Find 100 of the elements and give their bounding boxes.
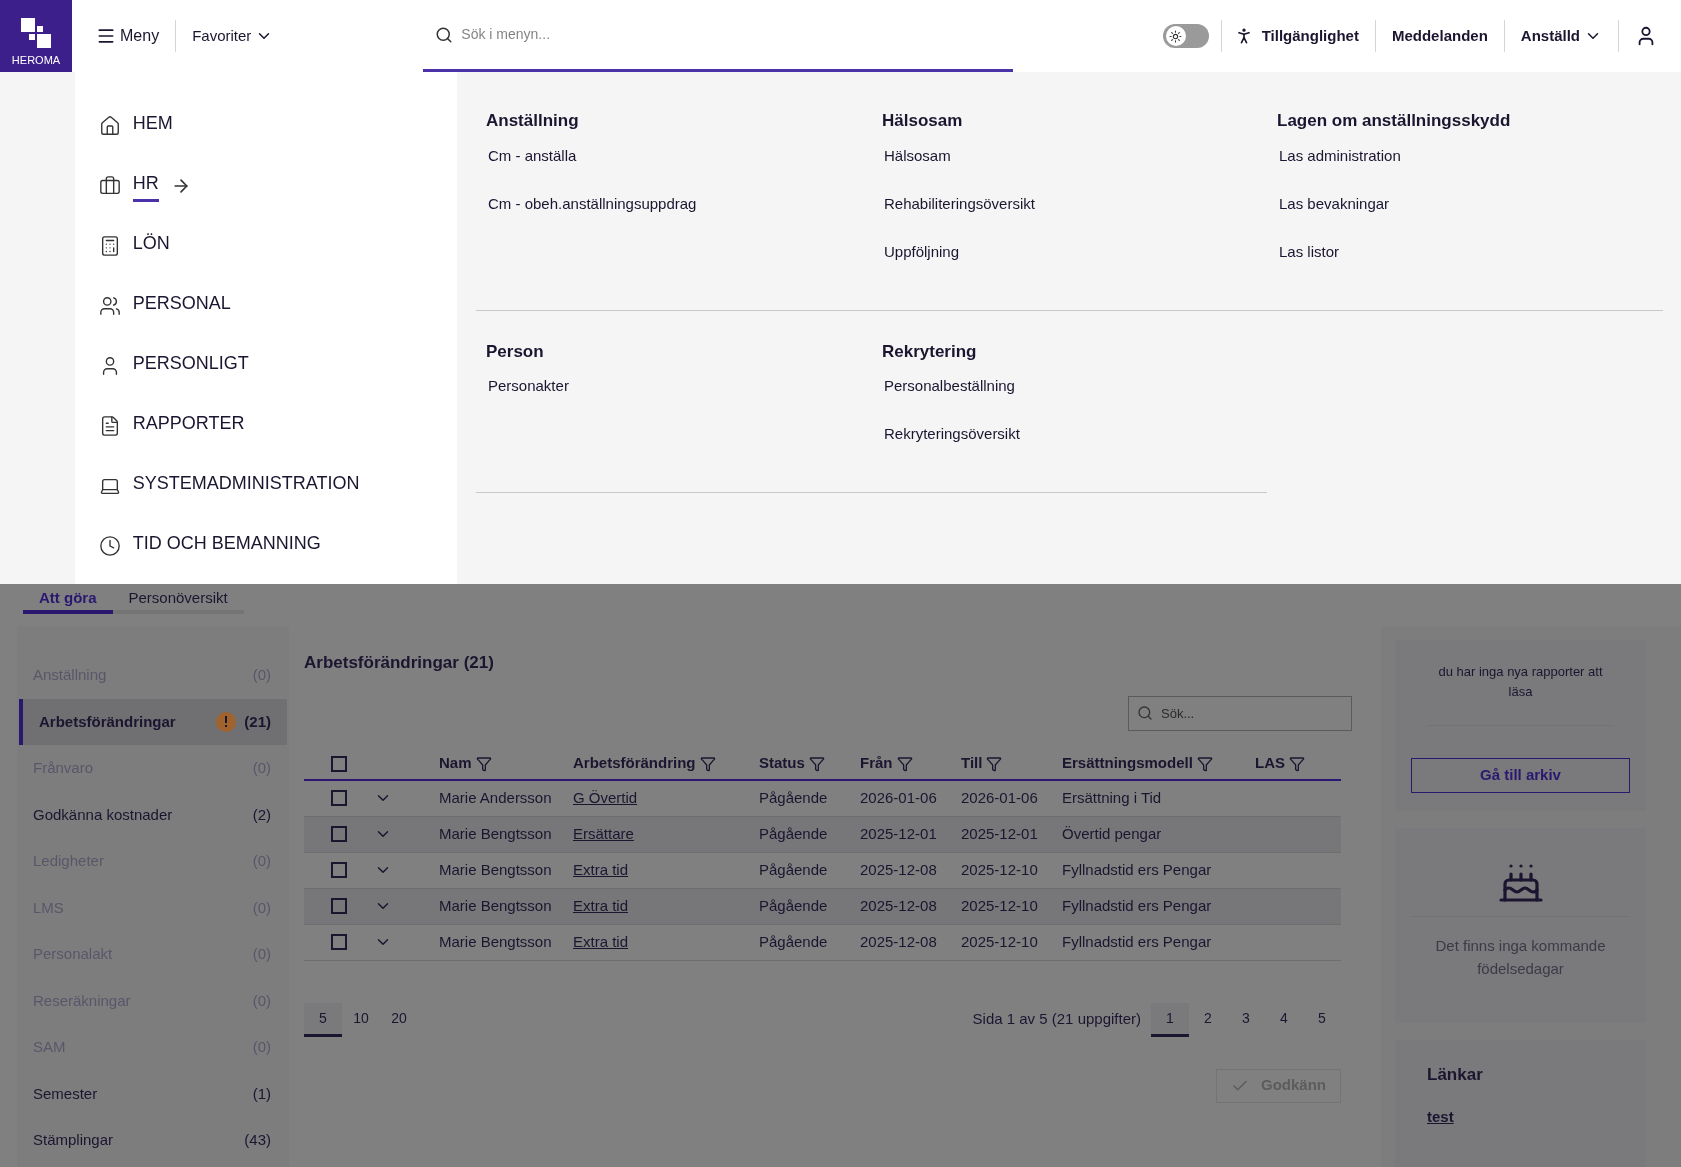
row-checkbox[interactable] xyxy=(331,862,347,878)
sidebar-item[interactable]: Arbetsförändringar (21) xyxy=(19,698,287,745)
table-cell: Fyllnadstid ers Pengar xyxy=(1062,932,1212,950)
messages-button[interactable]: Meddelanden xyxy=(1391,24,1488,48)
page-size-option[interactable]: 5 xyxy=(304,1002,342,1037)
sidebar-item[interactable]: Semester (1) xyxy=(19,1070,287,1117)
column-header[interactable]: LAS xyxy=(1255,752,1285,775)
theme-toggle[interactable] xyxy=(1162,24,1209,48)
column-header[interactable]: Från xyxy=(860,752,893,775)
table-cell: 2025-12-01 xyxy=(961,824,1038,842)
menu-link[interactable]: Cm - obeh.anställningsuppdrag xyxy=(486,194,697,212)
menu-link[interactable]: Uppföljning xyxy=(882,242,960,260)
table-cell: Pågående xyxy=(759,788,828,806)
filter-icon[interactable] xyxy=(699,755,716,772)
change-link[interactable]: Extra tid xyxy=(573,932,629,950)
table-cell: Marie Bengtsson xyxy=(439,860,552,878)
reports-message: du har inga nya rapporter att läsa xyxy=(1437,663,1604,701)
row-checkbox[interactable] xyxy=(331,790,347,806)
filter-icon[interactable] xyxy=(1289,755,1305,772)
row-checkbox[interactable] xyxy=(331,934,347,950)
filter-icon[interactable] xyxy=(475,755,492,772)
menu-icon xyxy=(96,26,116,46)
filter-icon[interactable] xyxy=(896,755,913,772)
logo-text: HEROMA xyxy=(11,52,61,68)
menu-link[interactable]: Rekryteringsöversikt xyxy=(882,425,1020,442)
accessibility-button[interactable]: Tillgänglighet xyxy=(1233,24,1359,48)
archive-button[interactable]: Gå till arkiv xyxy=(1411,758,1630,793)
menu-link[interactable]: Las administration xyxy=(1277,146,1401,164)
menu-category[interactable]: HEM xyxy=(132,110,173,142)
table-cell: Fyllnadstid ers Pengar xyxy=(1062,860,1212,878)
birthdays-message: Det finns inga kommande födelsedagar xyxy=(1434,936,1607,979)
menu-category[interactable]: HR xyxy=(132,170,159,202)
menu-link[interactable]: Hälsosam xyxy=(882,146,951,164)
row-checkbox[interactable] xyxy=(331,898,347,914)
section-title: Arbetsförändringar (21) xyxy=(304,652,495,674)
filter-icon[interactable] xyxy=(808,755,825,772)
row-checkbox[interactable] xyxy=(331,826,347,842)
table-cell: Pågående xyxy=(759,932,828,950)
column-header[interactable]: Arbetsförändring xyxy=(573,752,696,775)
menu-category[interactable]: TID OCH BEMANNING xyxy=(132,530,321,562)
menu-group-title: Anställning xyxy=(486,110,580,132)
page-number[interactable]: 3 xyxy=(1227,1002,1265,1037)
logo-mark-icon xyxy=(21,17,51,48)
page-number[interactable]: 5 xyxy=(1303,1002,1341,1037)
table-cell: Marie Andersson xyxy=(439,788,552,806)
menu-link[interactable]: Personalbeställning xyxy=(882,377,1015,394)
filter-icon[interactable] xyxy=(1196,755,1213,772)
clock-icon xyxy=(98,535,121,557)
table-cell: Ersättning i Tid xyxy=(1062,788,1162,806)
sidebar-item[interactable]: Stämplingar (43) xyxy=(19,1117,287,1164)
menu-category[interactable]: RAPPORTER xyxy=(132,410,245,442)
menu-button[interactable]: Meny xyxy=(96,24,160,48)
page-tab[interactable]: Att göra xyxy=(23,586,113,614)
page-number[interactable]: 4 xyxy=(1265,1002,1303,1037)
select-all-checkbox[interactable] xyxy=(331,755,347,772)
table-cell: 2025-12-10 xyxy=(961,896,1038,914)
table-cell: 2026-01-06 xyxy=(860,788,937,806)
change-link[interactable]: G Övertid xyxy=(573,788,638,806)
page-tab[interactable]: Personöversikt xyxy=(112,586,244,614)
page-size-option[interactable]: 20 xyxy=(380,1002,418,1037)
menu-category[interactable]: SYSTEMADMINISTRATION xyxy=(132,470,360,502)
filter-icon[interactable] xyxy=(986,755,1003,772)
table-cell: Marie Bengtsson xyxy=(439,932,552,950)
change-link[interactable]: Ersättare xyxy=(573,824,634,842)
change-link[interactable]: Extra tid xyxy=(573,860,629,878)
menu-link[interactable]: Cm - anställa xyxy=(486,146,577,164)
table-cell: Fyllnadstid ers Pengar xyxy=(1062,896,1212,914)
column-header[interactable]: Ersättningsmodell xyxy=(1062,752,1193,775)
table-cell: 2025-12-10 xyxy=(961,860,1038,878)
page-number[interactable]: 2 xyxy=(1189,1002,1227,1037)
page-number[interactable]: 1 xyxy=(1151,1002,1189,1037)
menu-category[interactable]: PERSONAL xyxy=(132,290,231,322)
table-cell: 2026-01-06 xyxy=(961,788,1038,806)
column-header[interactable]: Nam xyxy=(439,752,472,775)
table-search-field[interactable]: Sök... xyxy=(1128,695,1352,731)
table-cell: 2025-12-08 xyxy=(860,896,937,914)
links-title: Länkar xyxy=(1427,1064,1484,1086)
column-header[interactable]: Status xyxy=(759,752,805,775)
column-header[interactable]: Till xyxy=(961,752,983,775)
table-cell: Marie Bengtsson xyxy=(439,896,552,914)
favorites-dropdown[interactable]: Favoriter xyxy=(192,24,274,48)
table-cell: 2025-12-01 xyxy=(860,824,937,842)
menu-link[interactable]: Personakter xyxy=(486,377,569,394)
card-link[interactable]: test xyxy=(1427,1105,1614,1128)
menu-category[interactable]: LÖN xyxy=(132,230,170,262)
menu-link[interactable]: Las listor xyxy=(1277,242,1340,260)
menu-search-input[interactable]: Sök i menyn... xyxy=(461,24,1002,45)
menu-link[interactable]: Rehabiliteringsöversikt xyxy=(882,194,1035,212)
search-icon xyxy=(435,25,454,44)
table-cell: 2025-12-08 xyxy=(860,860,937,878)
heroma-logo[interactable]: HEROMA xyxy=(0,0,72,72)
table-cell: Övertid pengar xyxy=(1062,824,1162,842)
role-dropdown[interactable]: Anställd xyxy=(1520,24,1602,48)
menu-group-title: Lagen om anställningsskydd xyxy=(1277,110,1512,132)
change-link[interactable]: Extra tid xyxy=(573,896,629,914)
menu-category[interactable]: PERSONLIGT xyxy=(132,350,249,382)
page-info: Sida 1 av 5 (21 uppgifter) xyxy=(972,1009,1141,1030)
menu-link[interactable]: Las bevakningar xyxy=(1277,194,1390,212)
page-size-option[interactable]: 10 xyxy=(342,1002,380,1037)
sidebar-item[interactable]: Godkänna kostnader (2) xyxy=(19,791,287,838)
